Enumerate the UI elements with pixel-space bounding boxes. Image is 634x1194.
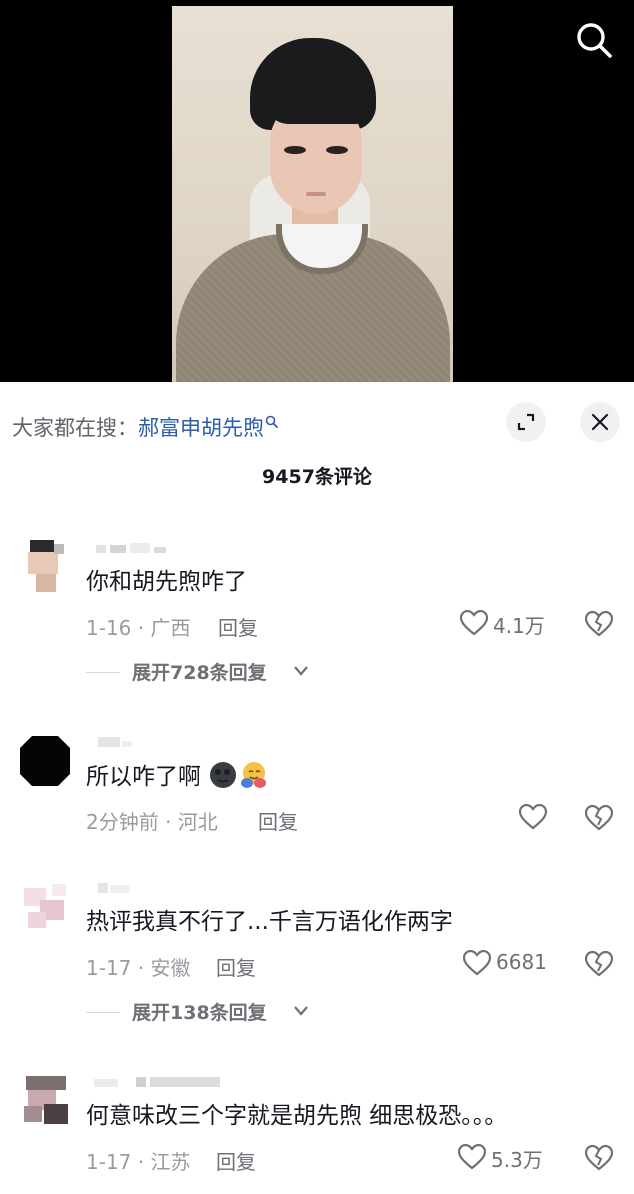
heart-icon [458, 1144, 486, 1170]
small-search-icon [265, 408, 279, 428]
comment-item: 你和胡先煦咋了 1-16 · 广西 回复 4.1万 展开728条回复 [0, 540, 634, 700]
username-blurred[interactable] [92, 1074, 220, 1088]
search-icon[interactable] [574, 20, 614, 60]
broken-heart-icon[interactable] [584, 804, 614, 832]
comment-meta: 1-17 · 江苏 [86, 1150, 191, 1174]
chevron-down-icon [294, 666, 308, 676]
comment-item: 所以咋了啊 2分钟前 · 河北 回复 [0, 734, 634, 844]
username-blurred[interactable] [92, 540, 172, 554]
comment-item: 何意味改三个字就是胡先煦 细思极恐。。。 1-17 · 江苏 回复 5.3万 [0, 1074, 634, 1184]
broken-heart-icon[interactable] [584, 950, 614, 978]
comment-meta: 1-16 · 广西 [86, 616, 191, 640]
chevron-down-icon [294, 1006, 308, 1016]
comment-meta: 2分钟前 · 河北 [86, 810, 218, 834]
comment-sheet: 大家都在搜：郝富申胡先煦 9457条评论 你和胡先煦咋了 1-16 · 广西 回… [0, 382, 634, 1194]
divider-line [86, 1012, 120, 1013]
like-count: 4.1万 [493, 614, 545, 638]
close-icon[interactable] [580, 402, 620, 442]
broken-heart-icon[interactable] [584, 610, 614, 638]
reply-button[interactable]: 回复 [216, 1146, 256, 1175]
heart-icon [460, 610, 488, 636]
avatar[interactable] [18, 540, 72, 594]
comment-item: 热评我真不行了...千言万语化作两字 1-17 · 安徽 回复 6681 展开1… [0, 880, 634, 1040]
like-count: 6681 [496, 950, 547, 974]
video-player[interactable] [0, 0, 634, 382]
expand-replies-label: 展开728条回复 [132, 662, 267, 684]
comment-text: 何意味改三个字就是胡先煦 细思极恐。。。 [86, 1103, 508, 1129]
hair-fringe [264, 74, 368, 124]
hugging-face-emoji [238, 760, 268, 790]
trending-search-bar: 大家都在搜：郝富申胡先煦 [12, 408, 279, 442]
reply-button[interactable]: 回复 [258, 806, 298, 835]
like-count: 5.3万 [491, 1148, 543, 1172]
new-moon-face-emoji [208, 760, 238, 790]
comment-text: 你和胡先煦咋了 [86, 569, 247, 595]
username-blurred[interactable] [92, 734, 172, 748]
avatar[interactable] [18, 734, 72, 788]
heart-icon [519, 804, 547, 830]
video-frame [172, 6, 453, 382]
mouth [306, 192, 326, 196]
comment-text: 所以咋了啊 [86, 760, 268, 793]
divider-line [86, 672, 120, 673]
right-eye [326, 146, 348, 154]
comment-meta: 1-17 · 安徽 [86, 956, 191, 980]
reply-button[interactable]: 回复 [216, 952, 256, 981]
left-eye [284, 146, 306, 154]
username-blurred[interactable] [92, 880, 172, 894]
expand-replies-label: 展开138条回复 [132, 1002, 267, 1024]
avatar[interactable] [18, 1074, 72, 1128]
comment-text: 热评我真不行了...千言万语化作两字 [86, 909, 453, 935]
expand-icon[interactable] [506, 402, 546, 442]
trending-search-term[interactable]: 郝富申胡先煦 [138, 416, 264, 440]
comments-count: 9457条评论 [262, 466, 372, 488]
broken-heart-icon[interactable] [584, 1144, 614, 1172]
reply-button[interactable]: 回复 [218, 612, 258, 641]
trending-search-prefix: 大家都在搜： [12, 416, 138, 440]
avatar[interactable] [18, 880, 72, 934]
comment-text-content: 所以咋了啊 [86, 764, 201, 790]
heart-icon [463, 950, 491, 976]
